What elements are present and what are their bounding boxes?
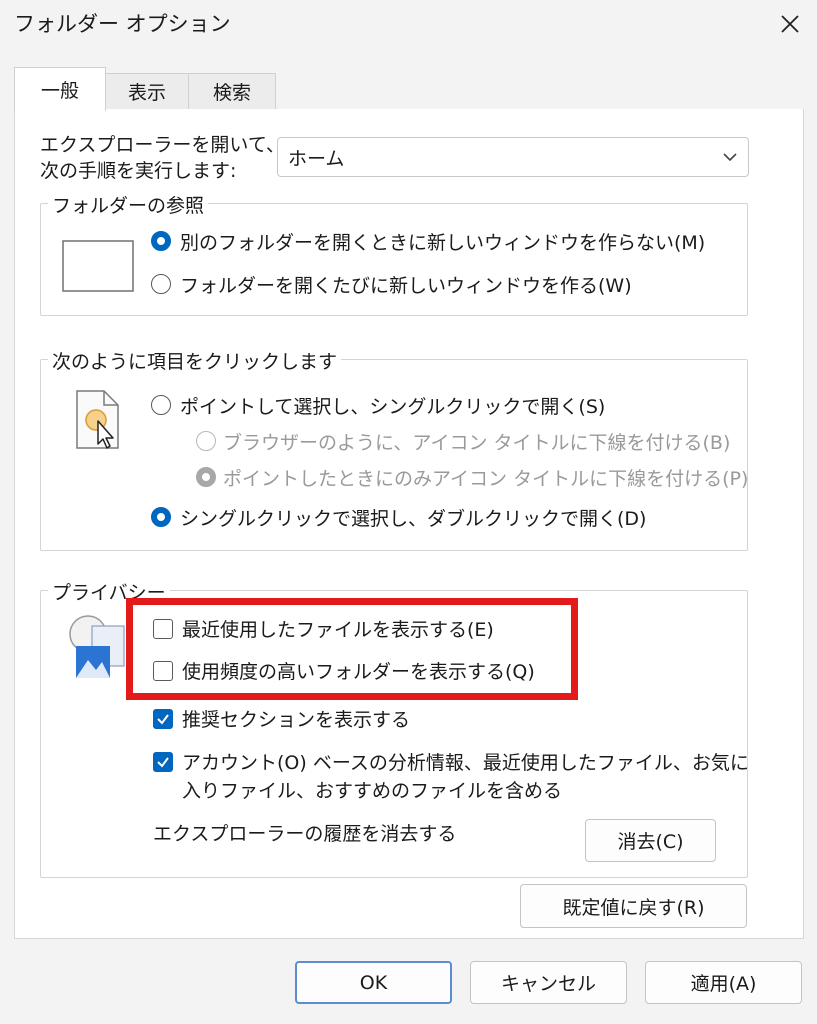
option-single-click-label: ポイントして選択し、シングルクリックで開く(S) bbox=[180, 396, 606, 418]
close-button[interactable] bbox=[770, 4, 810, 44]
radio-new-window[interactable] bbox=[151, 274, 171, 294]
clear-button-label: 消去(C) bbox=[617, 831, 684, 853]
highlight-box bbox=[126, 598, 578, 700]
tab-general[interactable]: 一般 bbox=[14, 67, 106, 111]
open-explorer-value: ホーム bbox=[288, 147, 345, 170]
restore-defaults-button[interactable]: 既定値に戻す(R) bbox=[520, 884, 747, 928]
option-underline-point-label: ポイントしたときにのみアイコン タイトルに下線を付ける(P) bbox=[223, 468, 749, 490]
radio-underline-browser[interactable] bbox=[196, 431, 216, 451]
open-explorer-label-2: 次の手順を実行します: bbox=[40, 160, 237, 182]
chevron-down-icon bbox=[723, 153, 737, 162]
open-explorer-select[interactable]: ホーム bbox=[277, 137, 749, 177]
radio-underline-point[interactable] bbox=[196, 467, 216, 487]
option-double-click-label: シングルクリックで選択し、ダブルクリックで開く(D) bbox=[180, 508, 647, 530]
cancel-button-label: キャンセル bbox=[500, 973, 596, 995]
radio-same-window[interactable] bbox=[151, 231, 171, 251]
restore-defaults-label: 既定値に戻す(R) bbox=[562, 896, 705, 919]
open-explorer-label-1: エクスプローラーを開いて、 bbox=[40, 134, 285, 156]
window-title: フォルダー オプション bbox=[14, 12, 231, 36]
include-account-label-2: 入りファイル、おすすめのファイルを含める bbox=[182, 780, 563, 802]
ok-button[interactable]: OK bbox=[295, 961, 452, 1004]
tab-search-label: 検索 bbox=[212, 82, 251, 104]
tab-view[interactable]: 表示 bbox=[105, 73, 189, 109]
option-underline-browser-label: ブラウザーのように、アイコン タイトルに下線を付ける(B) bbox=[223, 432, 731, 454]
click-document-icon bbox=[76, 390, 119, 449]
folder-window-icon bbox=[62, 240, 134, 292]
click-items-legend: 次のように項目をクリックします bbox=[48, 347, 342, 374]
clear-history-label: エクスプローラーの履歴を消去する bbox=[153, 823, 457, 845]
checkbox-show-recommended[interactable] bbox=[153, 709, 173, 729]
include-account-label-1: アカウント(O) ベースの分析情報、最近使用したファイル、お気に bbox=[182, 752, 749, 774]
tab-search[interactable]: 検索 bbox=[188, 73, 276, 109]
browse-folders-legend: フォルダーの参照 bbox=[48, 191, 209, 218]
apply-button-label: 適用(A) bbox=[690, 973, 757, 995]
tab-general-label: 一般 bbox=[40, 80, 79, 102]
radio-double-click[interactable] bbox=[151, 507, 171, 527]
tab-view-label: 表示 bbox=[127, 82, 166, 104]
ok-button-label: OK bbox=[359, 971, 388, 994]
option-same-window-label: 別のフォルダーを開くときに新しいウィンドウを作らない(M) bbox=[180, 232, 706, 254]
privacy-icon bbox=[69, 615, 125, 678]
browse-folders-group bbox=[40, 203, 748, 316]
show-recommended-label: 推奨セクションを表示する bbox=[182, 709, 411, 731]
checkmark-icon bbox=[157, 757, 169, 768]
radio-single-click[interactable] bbox=[151, 395, 171, 415]
clear-button[interactable]: 消去(C) bbox=[585, 819, 716, 862]
option-new-window-label: フォルダーを開くたびに新しいウィンドウを作る(W) bbox=[180, 275, 632, 297]
checkbox-include-account[interactable] bbox=[153, 752, 173, 772]
cancel-button[interactable]: キャンセル bbox=[470, 961, 627, 1004]
close-icon bbox=[781, 15, 799, 33]
apply-button[interactable]: 適用(A) bbox=[645, 961, 802, 1004]
checkmark-icon bbox=[157, 714, 169, 725]
